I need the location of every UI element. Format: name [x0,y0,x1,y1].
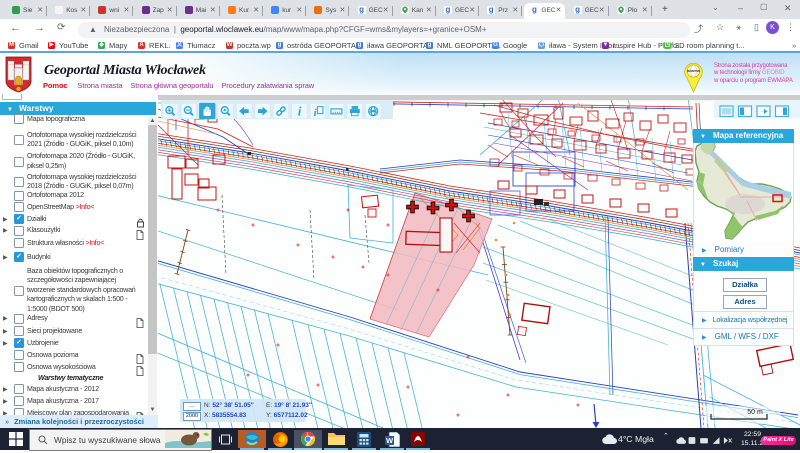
svg-text:GEOBID: GEOBID [688,70,698,74]
svg-text:W: W [385,436,393,445]
svg-text:50 m: 50 m [747,409,763,416]
svg-text:i: i [298,104,302,119]
